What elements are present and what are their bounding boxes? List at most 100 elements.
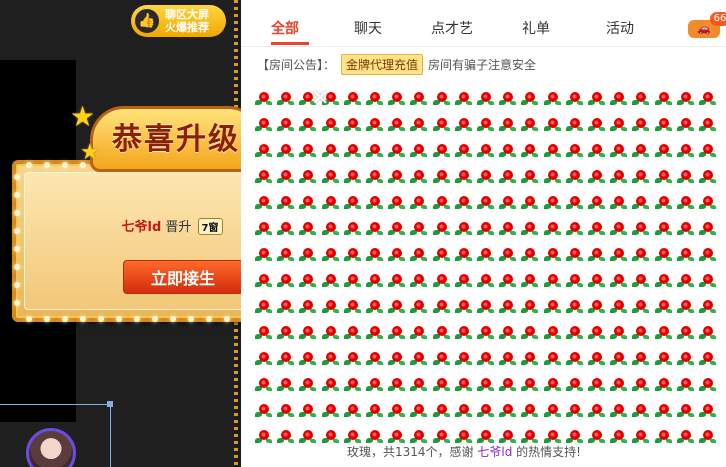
marquee-bulb bbox=[14, 210, 20, 216]
rose-icon bbox=[632, 196, 650, 212]
rose-icon bbox=[543, 196, 561, 212]
rose-icon bbox=[321, 404, 339, 420]
rose-icon bbox=[588, 222, 605, 238]
tab-gift-list[interactable]: 礼单 bbox=[522, 18, 550, 38]
rose-icon bbox=[521, 118, 539, 134]
tab-chat[interactable]: 聊天 bbox=[354, 18, 382, 38]
rose-icon bbox=[654, 118, 672, 134]
tab-all[interactable]: 全部 bbox=[271, 18, 299, 38]
rose-icon bbox=[588, 92, 605, 108]
rose-icon bbox=[321, 248, 339, 264]
tab-talent[interactable]: 点才艺 bbox=[431, 18, 473, 38]
accept-button[interactable]: 立即接生 bbox=[123, 260, 243, 294]
car-count-badge: 66 bbox=[710, 12, 726, 26]
rose-icon bbox=[521, 274, 539, 290]
host-avatar[interactable] bbox=[26, 428, 76, 467]
rose-icon bbox=[432, 274, 450, 290]
rose-icon bbox=[277, 430, 295, 446]
rose-icon bbox=[654, 222, 672, 238]
rose-icon bbox=[321, 118, 339, 134]
rose-icon bbox=[255, 222, 272, 238]
rose-icon bbox=[610, 92, 628, 108]
rose-icon bbox=[388, 248, 406, 264]
rose-icon bbox=[588, 144, 605, 160]
rose-icon bbox=[277, 170, 295, 186]
rose-icon bbox=[565, 170, 583, 186]
rose-icon bbox=[676, 92, 694, 108]
rose-icon bbox=[454, 144, 472, 160]
rose-icon bbox=[699, 430, 716, 446]
rose-icon bbox=[676, 196, 694, 212]
close-icon[interactable]: ✕ bbox=[311, 86, 329, 111]
rose-icon bbox=[255, 196, 272, 212]
rose-icon bbox=[676, 404, 694, 420]
rose-icon bbox=[632, 170, 650, 186]
rose-icon bbox=[366, 404, 383, 420]
rose-icon bbox=[543, 248, 561, 264]
rose-icon bbox=[255, 274, 272, 290]
rose-icon bbox=[610, 222, 628, 238]
rose-icon bbox=[654, 196, 672, 212]
rose-icon bbox=[543, 326, 561, 342]
thumbs-up-icon: 👍 bbox=[135, 9, 159, 33]
rose-icon bbox=[699, 118, 716, 134]
rose-icon bbox=[277, 326, 295, 342]
rose-icon bbox=[543, 222, 561, 238]
rose-icon bbox=[632, 248, 650, 264]
rose-icon bbox=[499, 352, 517, 368]
rose-icon bbox=[521, 352, 539, 368]
rose-icon bbox=[477, 274, 494, 290]
rose-icon bbox=[565, 404, 583, 420]
tab-bar: 全部 聊天 点才艺 礼单 活动 🚗 66 bbox=[241, 0, 726, 47]
rose-icon bbox=[565, 326, 583, 342]
rose-icon bbox=[410, 300, 428, 316]
rose-icon bbox=[454, 222, 472, 238]
rose-icon bbox=[277, 144, 295, 160]
rose-icon bbox=[565, 378, 583, 394]
rose-icon bbox=[255, 430, 272, 446]
rose-icon bbox=[343, 144, 361, 160]
marquee-bulb bbox=[14, 174, 20, 180]
rose-icon bbox=[299, 196, 317, 212]
rose-icon bbox=[654, 326, 672, 342]
rose-icon bbox=[432, 300, 450, 316]
tab-activity[interactable]: 活动 bbox=[606, 18, 634, 38]
rose-icon bbox=[277, 196, 295, 212]
rose-icon bbox=[610, 326, 628, 342]
rose-icon bbox=[632, 326, 650, 342]
rose-icon bbox=[343, 118, 361, 134]
rose-icon bbox=[299, 378, 317, 394]
rose-icon bbox=[388, 378, 406, 394]
rose-icon bbox=[654, 378, 672, 394]
rose-icon bbox=[565, 144, 583, 160]
gift-username[interactable]: 七爷ld bbox=[477, 445, 512, 459]
rose-icon bbox=[388, 170, 406, 186]
rose-icon bbox=[343, 300, 361, 316]
bigscreen-label: 聊区大屏 火爆推荐 bbox=[165, 8, 209, 34]
rose-icon bbox=[299, 430, 317, 446]
rose-icon bbox=[454, 196, 472, 212]
chat-bigscreen-button[interactable]: 👍 聊区大屏 火爆推荐 bbox=[131, 5, 226, 37]
notice-tag[interactable]: 金牌代理充值 bbox=[341, 54, 424, 75]
rose-icon bbox=[432, 404, 450, 420]
marquee-bulb bbox=[206, 316, 212, 322]
rose-icon bbox=[277, 378, 295, 394]
rose-icon bbox=[410, 144, 428, 160]
selection-handle[interactable] bbox=[107, 401, 113, 407]
rose-icon bbox=[521, 144, 539, 160]
rose-icon bbox=[366, 378, 383, 394]
rose-icon bbox=[699, 92, 716, 108]
marquee-bulb bbox=[44, 316, 50, 322]
rose-icon bbox=[499, 222, 517, 238]
rose-icon bbox=[477, 196, 494, 212]
room-notice: 【房间公告】： 金牌代理充值 房间有骗子注意安全 bbox=[257, 54, 536, 75]
marquee-bulb bbox=[14, 192, 20, 198]
rose-icon bbox=[477, 170, 494, 186]
rose-icon bbox=[299, 222, 317, 238]
rose-icon bbox=[343, 378, 361, 394]
rose-icon bbox=[477, 92, 494, 108]
rose-icon bbox=[321, 144, 339, 160]
gift-thanks-message: 玫瑰，共1314个，感谢 七爷ld 的热情支持! bbox=[347, 443, 581, 460]
rose-icon bbox=[676, 248, 694, 264]
marquee-bulb bbox=[170, 316, 176, 322]
